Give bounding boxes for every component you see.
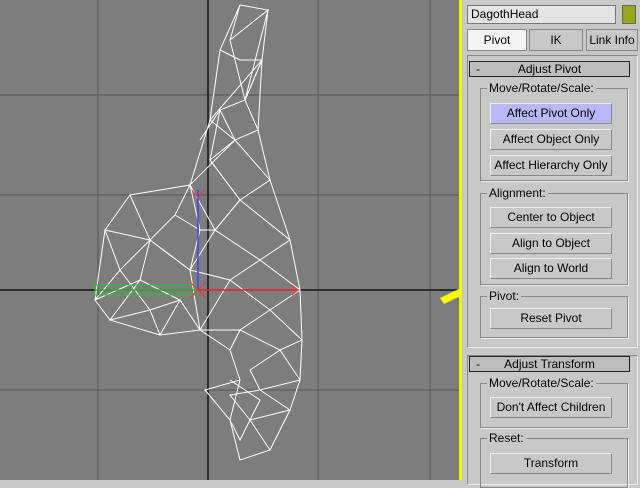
group-label: Reset: bbox=[487, 431, 526, 445]
viewport[interactable] bbox=[0, 0, 459, 480]
reset-pivot-button[interactable]: Reset Pivot bbox=[490, 308, 612, 329]
transform-reset-button[interactable]: Transform bbox=[490, 453, 612, 474]
tab-pivot[interactable]: Pivot bbox=[467, 29, 527, 51]
align-to-object-button[interactable]: Align to Object bbox=[490, 233, 612, 254]
center-to-object-button[interactable]: Center to Object bbox=[490, 207, 612, 228]
viewport-canvas[interactable] bbox=[0, 0, 459, 480]
align-to-world-button[interactable]: Align to World bbox=[490, 258, 612, 279]
group-label: Pivot: bbox=[487, 289, 522, 303]
affect-object-only-button[interactable]: Affect Object Only bbox=[490, 129, 612, 150]
command-panel-hierarchy: DagothHead Pivot IK Link Info - Adjust Pi… bbox=[462, 0, 640, 488]
rollout-title: Adjust Transform bbox=[504, 357, 595, 371]
collapse-icon: - bbox=[476, 62, 480, 76]
rollout-title: Adjust Pivot bbox=[517, 62, 582, 76]
group-label: Move/Rotate/Scale: bbox=[487, 81, 596, 95]
adjust-pivot-header[interactable]: - Adjust Pivot bbox=[469, 61, 630, 77]
dont-affect-children-button[interactable]: Don't Affect Children bbox=[490, 397, 612, 418]
affect-pivot-only-button[interactable]: Affect Pivot Only bbox=[490, 103, 612, 124]
tab-link-info[interactable]: Link Info bbox=[586, 29, 638, 51]
affect-hierarchy-only-button[interactable]: Affect Hierarchy Only bbox=[490, 155, 612, 176]
group-label: Move/Rotate/Scale: bbox=[487, 376, 596, 390]
tab-ik[interactable]: IK bbox=[529, 29, 583, 51]
object-color-swatch[interactable] bbox=[622, 5, 636, 24]
collapse-icon: - bbox=[476, 357, 480, 371]
group-label: Alignment: bbox=[487, 186, 548, 200]
adjust-transform-header[interactable]: - Adjust Transform bbox=[469, 356, 630, 372]
object-name-field[interactable]: DagothHead bbox=[467, 5, 616, 24]
